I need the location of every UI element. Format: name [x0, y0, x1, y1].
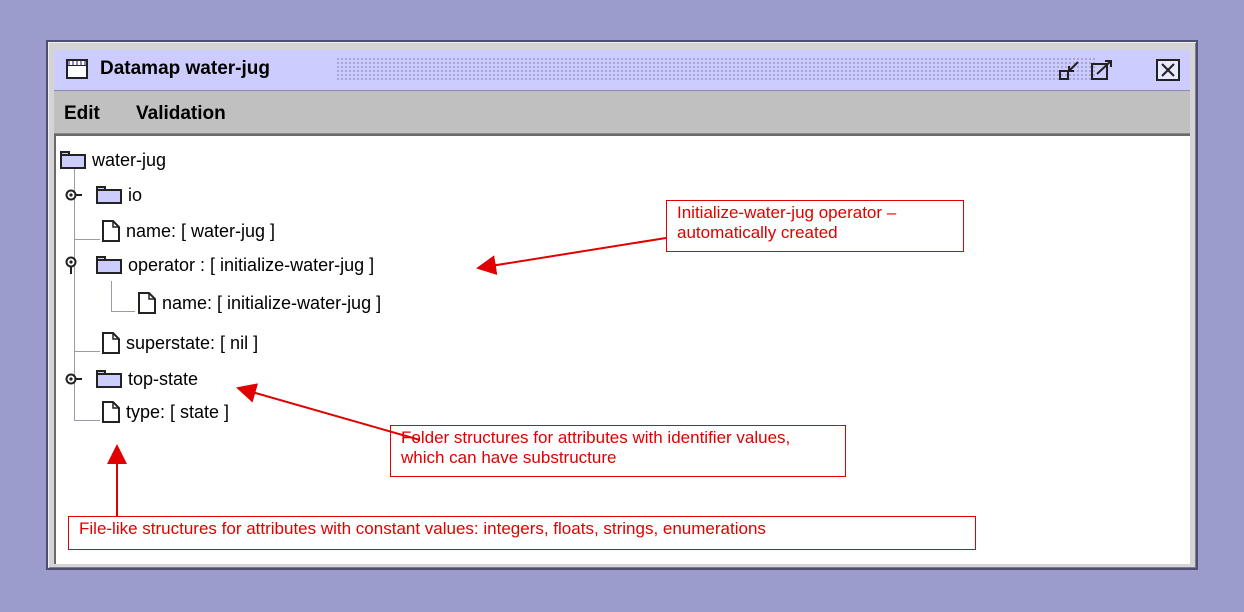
close-icon	[1161, 63, 1175, 77]
iconify-icon	[1059, 61, 1079, 80]
tree-node-operator-name[interactable]: name: [ initialize-water-jug ]	[138, 289, 381, 317]
callout-folder: Folder structures for attributes with id…	[390, 425, 846, 477]
window-icon	[66, 59, 88, 79]
datamap-window: Datamap water-jug Edit Validation water-…	[46, 40, 1198, 570]
tree-line-branch	[74, 351, 100, 352]
tree-line-child-branch	[111, 311, 135, 312]
tree-node-superstate[interactable]: superstate: [ nil ]	[102, 329, 258, 357]
menu-validation[interactable]: Validation	[136, 103, 226, 125]
folder-icon	[96, 370, 122, 388]
menu-edit[interactable]: Edit	[64, 103, 100, 125]
file-icon	[102, 401, 120, 423]
file-icon	[138, 292, 156, 314]
folder-icon	[96, 186, 122, 204]
maximize-icon	[1091, 60, 1112, 80]
maximize-button[interactable]	[1090, 59, 1114, 81]
collapse-handle-icon[interactable]	[65, 256, 83, 276]
tree-node-io[interactable]: io	[96, 181, 142, 209]
tree-line-child	[111, 281, 112, 311]
tree-node-top-state[interactable]: top-state	[96, 365, 198, 393]
iconify-button[interactable]	[1058, 59, 1082, 81]
title-bar[interactable]: Datamap water-jug	[54, 50, 1190, 91]
callout-file: File-like structures for attributes with…	[68, 516, 976, 550]
datamap-tree: water-jug io name: [ water-jug ] operato…	[54, 134, 1190, 564]
window-title: Datamap water-jug	[100, 58, 270, 79]
callout-operator: Initialize-water-jug operator – automati…	[666, 200, 964, 252]
file-icon	[102, 220, 120, 242]
folder-icon	[60, 151, 86, 169]
tree-node-operator[interactable]: operator : [ initialize-water-jug ]	[96, 251, 374, 279]
menu-bar: Edit Validation	[54, 91, 1190, 134]
tree-node-name[interactable]: name: [ water-jug ]	[102, 217, 275, 245]
close-button[interactable]	[1156, 59, 1180, 81]
expand-handle-icon[interactable]	[65, 371, 83, 391]
tree-line-branch	[74, 239, 100, 240]
tree-node-type[interactable]: type: [ state ]	[102, 398, 229, 426]
file-icon	[102, 332, 120, 354]
title-bar-texture	[336, 57, 1096, 82]
folder-icon	[96, 256, 122, 274]
tree-line-branch	[74, 420, 100, 421]
expand-handle-icon[interactable]	[65, 187, 83, 207]
tree-node-root[interactable]: water-jug	[60, 146, 166, 174]
